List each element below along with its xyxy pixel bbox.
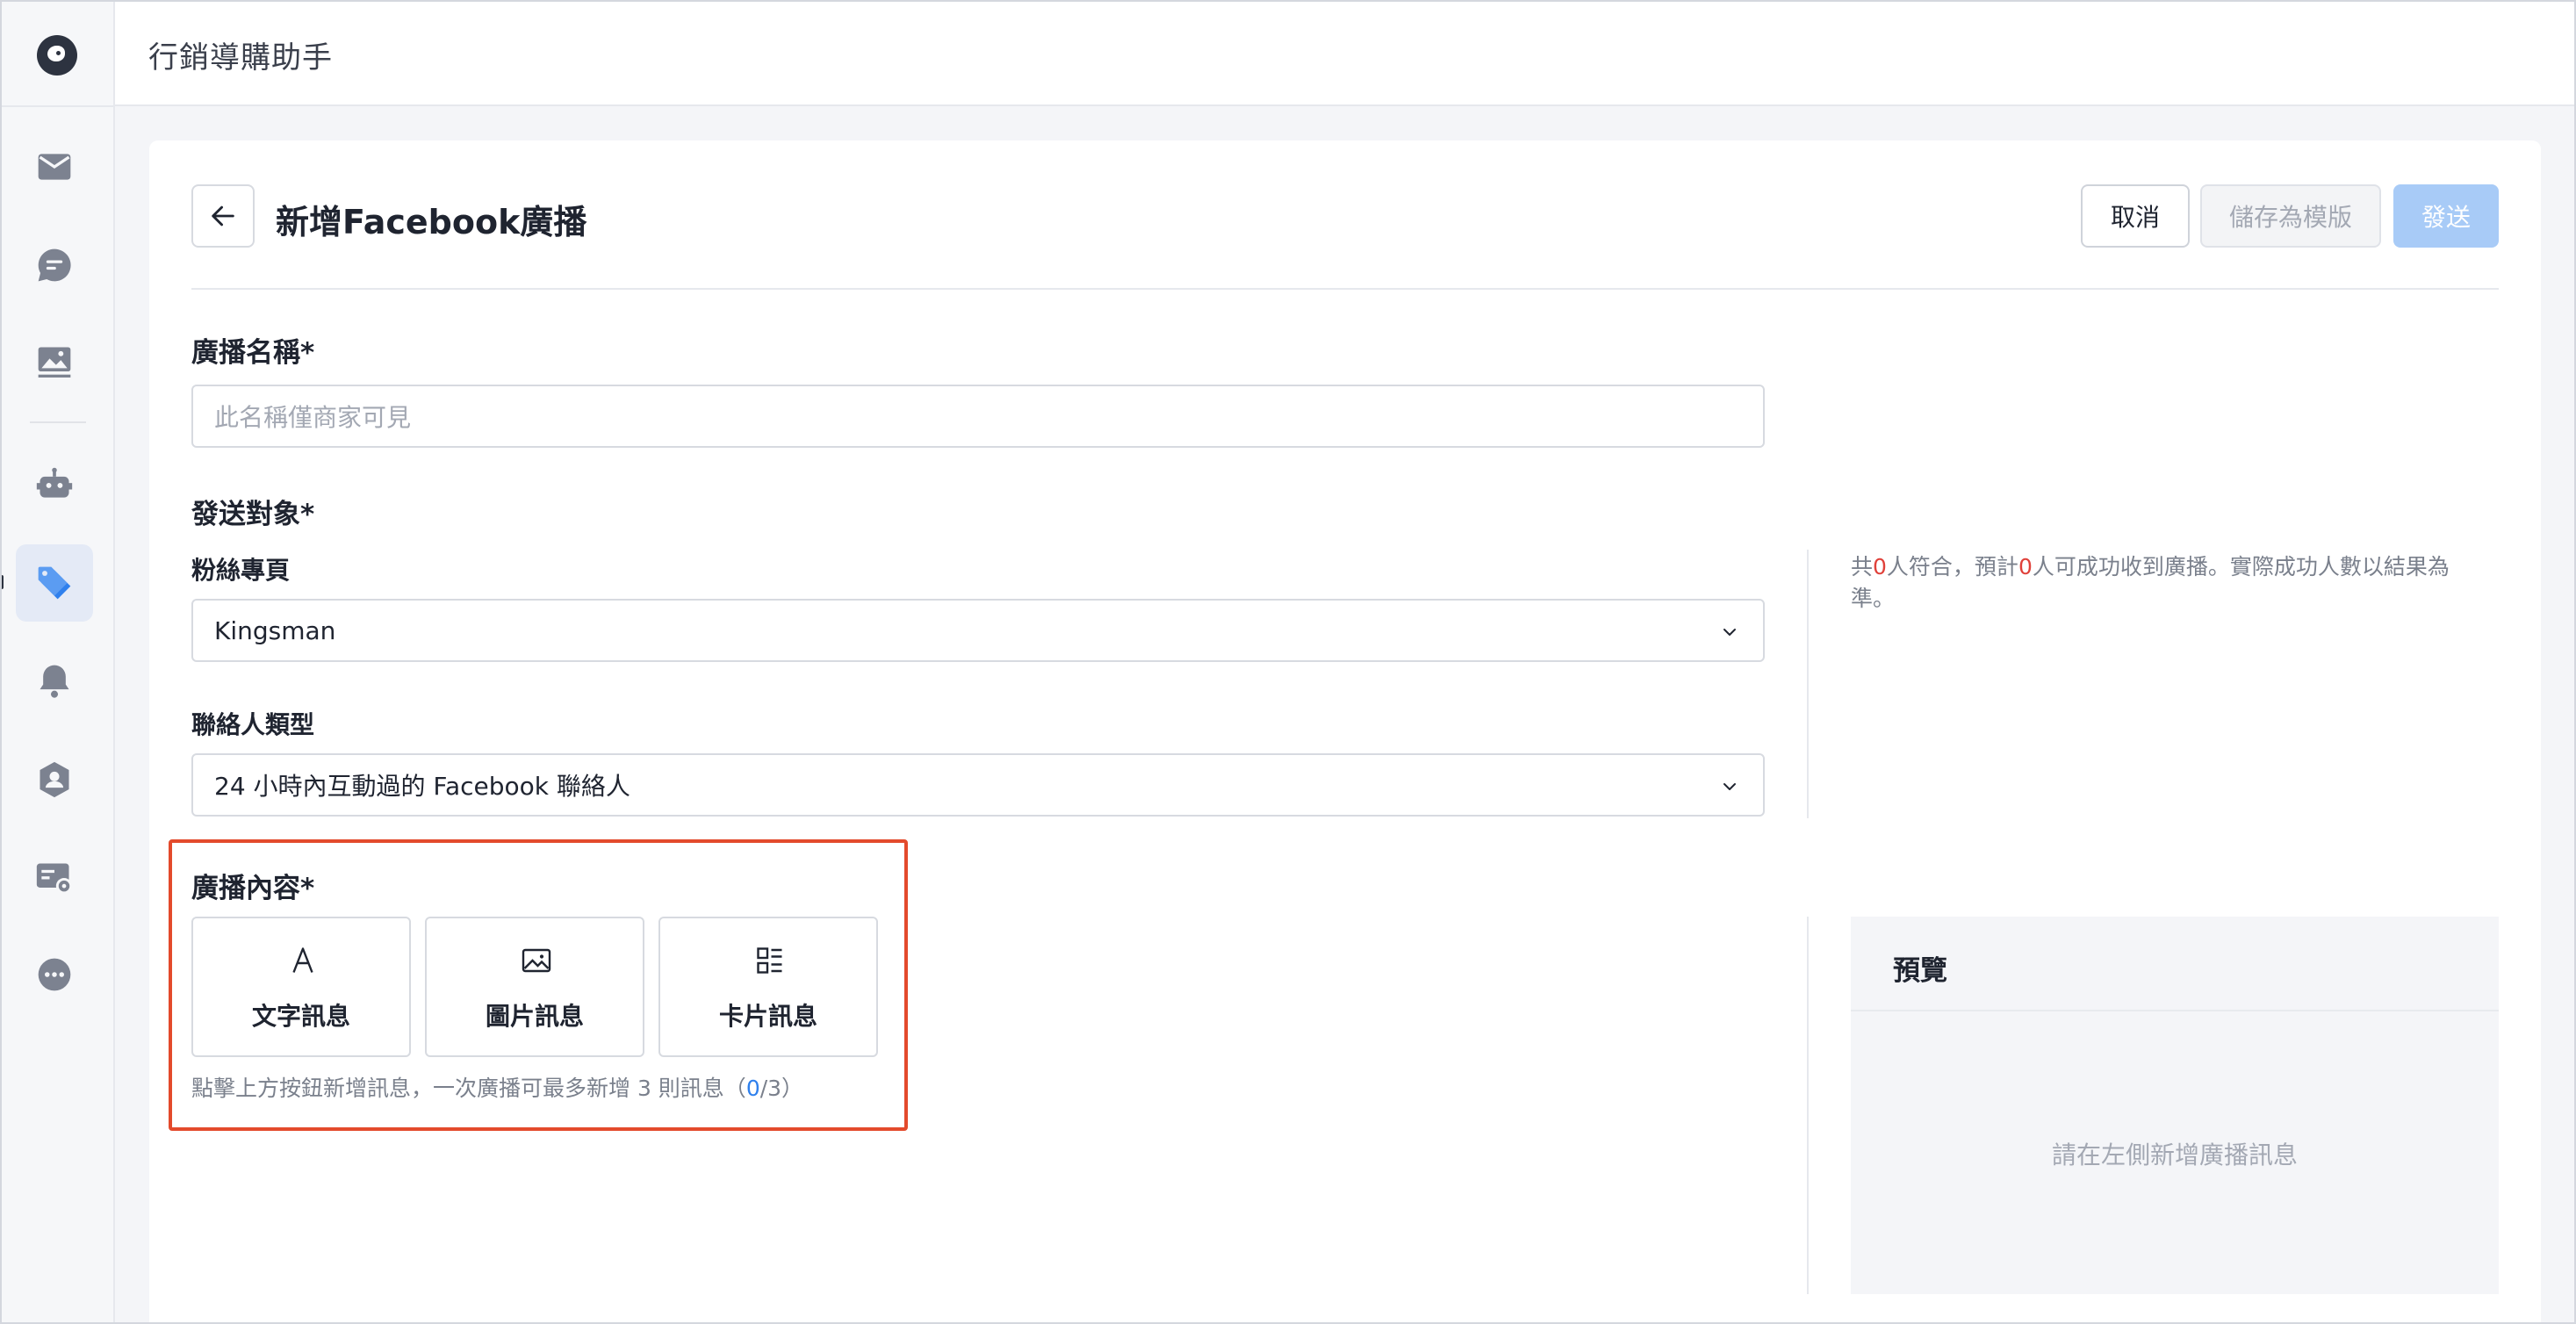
chat-icon [38, 248, 71, 282]
estimate-matched-count: 0 [1873, 554, 1887, 579]
broadcast-name-input[interactable]: 此名稱僅商家可見 [191, 385, 1765, 448]
estimate-reachable-count: 0 [2018, 554, 2033, 579]
contact-type-select-value: 24 小時內互動過的 Facebook 聯絡人 [214, 772, 630, 801]
top-header: 行銷導購助手 [115, 0, 2576, 106]
sidebar-item-card-settings[interactable] [16, 839, 93, 917]
contact-type-label: 聯絡人類型 [191, 710, 315, 739]
page-title: 新增Facebook廣播 [276, 203, 587, 241]
bell-icon [40, 665, 69, 698]
mail-icon [38, 154, 71, 180]
sidebar-item-broadcast[interactable] [16, 544, 93, 622]
broadcast-name-label: 廣播名稱* [191, 337, 315, 369]
image-icon [38, 347, 71, 378]
preview-panel: 預覽 請在左側新增廣播訊息 [1851, 917, 2499, 1294]
card-message-label: 卡片訊息 [718, 1002, 817, 1031]
hint-prefix: 點擊上方按鈕新增訊息，一次廣播可最多新增 3 則訊息（ [191, 1076, 746, 1101]
chevron-down-icon [1723, 629, 1736, 636]
sidebar-item-notifications[interactable] [16, 643, 93, 720]
sidebar-item-contacts[interactable] [16, 741, 93, 818]
text-icon [292, 947, 313, 973]
arrow-left-icon [212, 205, 234, 227]
sidebar [0, 0, 115, 1324]
bot-icon [36, 467, 73, 498]
estimate-prefix: 共 [1851, 554, 1874, 579]
more-icon [38, 958, 71, 991]
sidebar-active-indicator [0, 575, 4, 589]
fanpage-label: 粉絲專頁 [191, 556, 291, 585]
audience-estimate: 共0人符合，預計0人可成功收到廣播。實際成功人數以結果為準。 [1851, 551, 2483, 615]
sidebar-item-bot[interactable] [16, 446, 93, 523]
app-title: 行銷導購助手 [148, 40, 333, 76]
content-limit-hint: 點擊上方按鈕新增訊息，一次廣播可最多新增 3 則訊息（0/3） [191, 1071, 803, 1103]
estimate-mid: 人符合，預計 [1886, 554, 2018, 579]
add-text-message-button[interactable]: 文字訊息 [191, 917, 411, 1057]
image-message-label: 圖片訊息 [485, 1002, 584, 1031]
card-list-icon [757, 947, 782, 974]
add-card-message-button[interactable]: 卡片訊息 [658, 917, 878, 1057]
text-message-label: 文字訊息 [251, 1002, 350, 1031]
broadcast-form-card: 新增Facebook廣播 取消 儲存為模版 發送 廣播名稱* 此名稱僅商家可見 … [149, 140, 2541, 1324]
sidebar-item-mail[interactable] [16, 128, 93, 205]
sidebar-item-more[interactable] [16, 936, 93, 1013]
message-count: 0 [745, 1076, 760, 1101]
fanpage-select-value: Kingsman [214, 615, 336, 645]
audience-label: 發送對象* [191, 499, 315, 530]
send-button[interactable]: 發送 [2393, 184, 2499, 248]
preview-divider [1807, 917, 1809, 1294]
sidebar-divider [0, 105, 115, 107]
save-template-button[interactable]: 儲存為模版 [2200, 184, 2381, 248]
audience-divider [1807, 550, 1809, 818]
title-divider [191, 288, 2499, 290]
fanpage-select[interactable]: Kingsman [191, 599, 1765, 662]
preview-empty-text: 請在左側新增廣播訊息 [2051, 1141, 2298, 1169]
preview-title: 預覽 [1893, 955, 1947, 987]
add-image-message-button[interactable]: 圖片訊息 [425, 917, 644, 1057]
chevron-down-icon [1723, 783, 1736, 790]
user-badge-icon [40, 761, 69, 798]
back-button[interactable] [191, 184, 255, 248]
tag-icon [38, 566, 71, 600]
sidebar-separator [30, 421, 86, 423]
app-logo-icon[interactable] [37, 35, 77, 76]
content-label: 廣播內容* [191, 873, 315, 904]
hint-suffix: /3） [759, 1076, 804, 1101]
sidebar-item-chat[interactable] [16, 227, 93, 304]
contact-type-select[interactable]: 24 小時內互動過的 Facebook 聯絡人 [191, 753, 1765, 817]
card-settings-icon [36, 863, 73, 895]
cancel-button[interactable]: 取消 [2081, 184, 2190, 248]
preview-header: 預覽 [1851, 917, 2499, 1011]
image-icon [522, 948, 551, 973]
sidebar-item-media[interactable] [16, 323, 93, 400]
